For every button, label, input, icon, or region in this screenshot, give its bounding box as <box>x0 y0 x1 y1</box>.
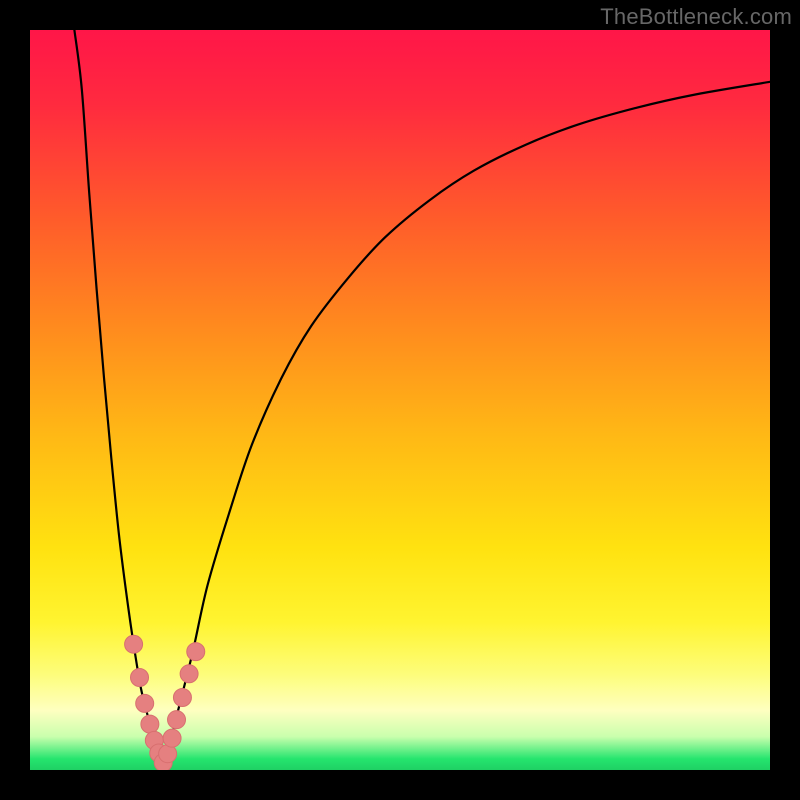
gradient-background <box>30 30 770 770</box>
marker-point <box>125 635 143 653</box>
marker-point <box>136 694 154 712</box>
marker-point <box>131 669 149 687</box>
marker-point <box>187 643 205 661</box>
marker-point <box>180 665 198 683</box>
marker-point <box>163 729 181 747</box>
chart-frame: TheBottleneck.com <box>0 0 800 800</box>
marker-point <box>168 711 186 729</box>
marker-point <box>141 715 159 733</box>
attribution-text: TheBottleneck.com <box>600 4 792 30</box>
bottleneck-curve-chart <box>30 30 770 770</box>
marker-point <box>173 688 191 706</box>
plot-area <box>30 30 770 770</box>
